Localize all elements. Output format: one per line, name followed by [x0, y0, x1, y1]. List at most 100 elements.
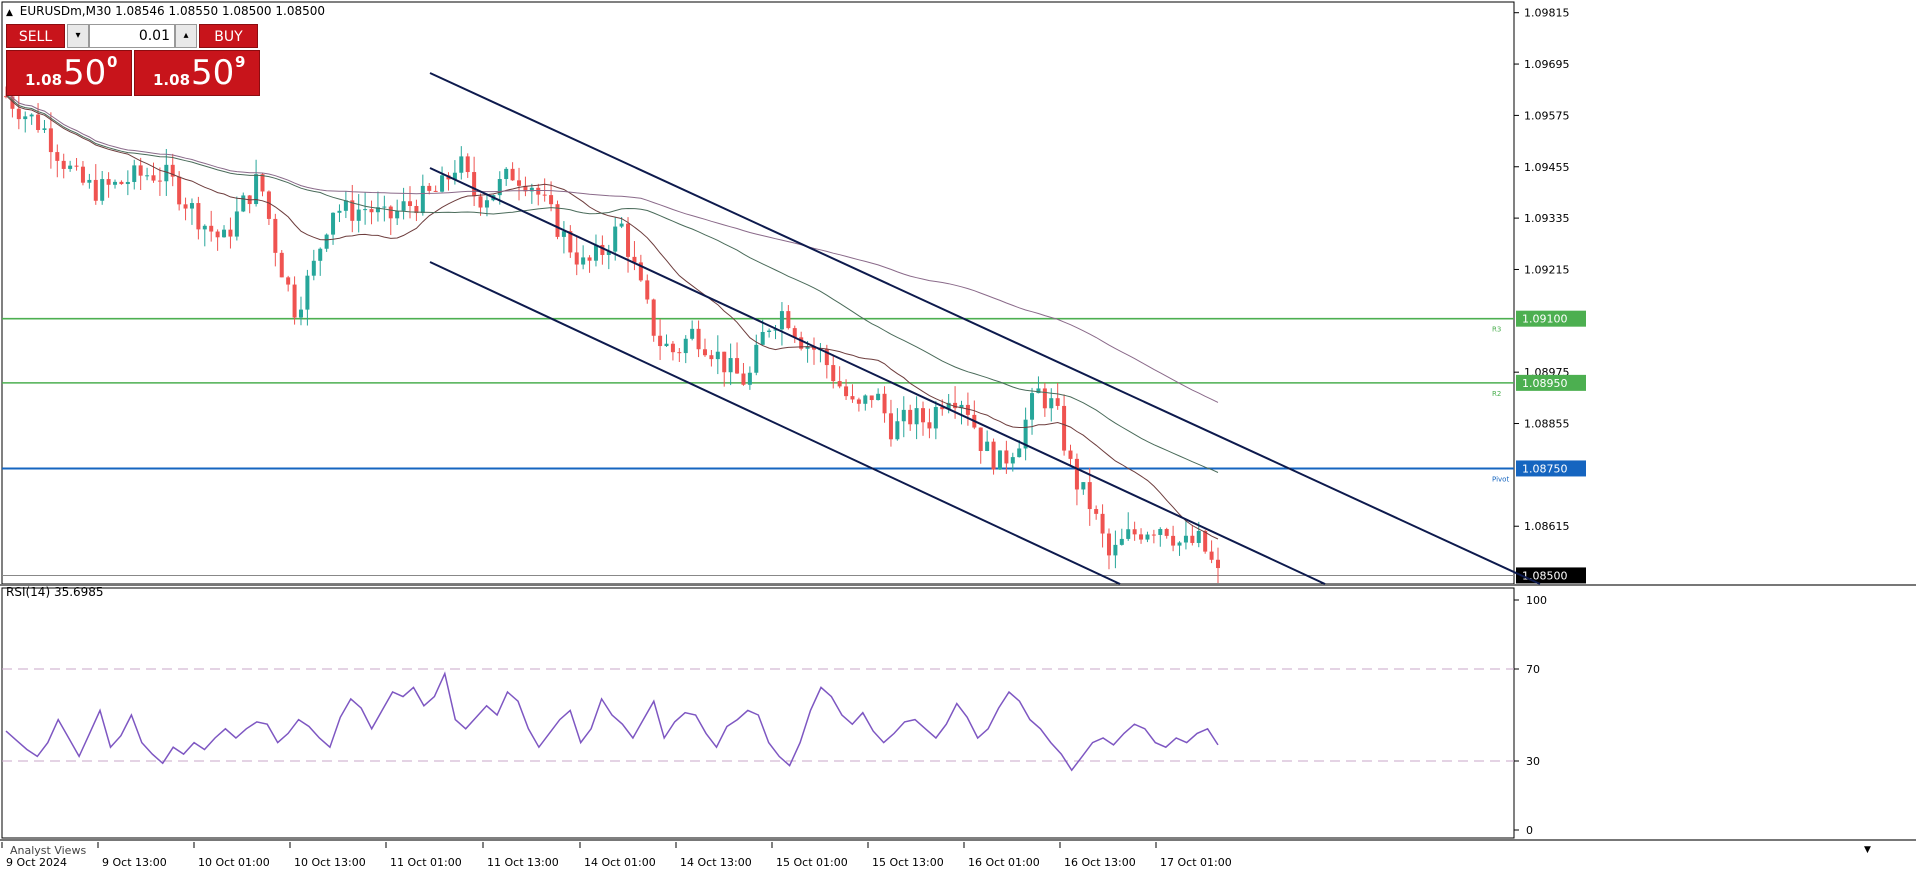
candle-body [613, 226, 618, 252]
candle-body [876, 393, 881, 401]
candle-body [36, 114, 41, 130]
lot-size-input[interactable] [89, 24, 175, 48]
candle-body [29, 114, 34, 117]
current-price-label: 1.08500 [1522, 569, 1568, 582]
rsi-tick-label: 0 [1526, 824, 1533, 837]
candle-body [690, 328, 695, 339]
candle-body [286, 277, 291, 285]
level-name-label: Pivot [1492, 475, 1509, 483]
candle-body [1100, 513, 1105, 534]
candle-body [1145, 534, 1150, 540]
candle-body [292, 284, 297, 318]
candle-body [1068, 450, 1073, 459]
candle-body [48, 128, 53, 153]
candle-body [74, 165, 79, 167]
candle-body [677, 352, 682, 354]
candle-body [574, 252, 579, 265]
candle-body [1004, 450, 1009, 464]
sell-button[interactable]: SELL [6, 24, 65, 48]
rsi-line [5, 671, 1219, 772]
candle-body [933, 407, 938, 429]
candle-body [651, 299, 656, 336]
candle-body [856, 399, 861, 404]
collapse-icon[interactable]: ▲ [6, 8, 13, 18]
y-tick-label: 1.08855 [1524, 418, 1570, 431]
candle-body [93, 179, 98, 201]
level-price-label: 1.08750 [1522, 462, 1568, 475]
candle-body [189, 203, 194, 209]
candle-body [478, 196, 483, 208]
candle-body [132, 165, 137, 182]
sell-price-prefix: 1.08 [25, 71, 63, 89]
candle-body [80, 166, 85, 183]
lot-increase-icon[interactable]: ▴ [175, 24, 197, 48]
candle-body [234, 211, 239, 237]
candle-body [722, 351, 727, 373]
buy-button[interactable]: BUY [199, 24, 258, 48]
analyst-views-tab[interactable]: Analyst Views [10, 844, 86, 857]
buy-price-main: 50 [191, 53, 235, 93]
candle-body [555, 204, 560, 237]
candle-body [100, 179, 105, 201]
x-tick-label: 10 Oct 01:00 [198, 856, 270, 869]
candle-body [382, 206, 387, 208]
candle-body [87, 179, 92, 183]
buy-price-button[interactable]: 1.08 50 9 [134, 50, 260, 96]
candle-body [587, 257, 592, 261]
candle-body [465, 156, 470, 173]
candle-body [561, 231, 566, 237]
rsi-label: RSI(14) 35.6985 [6, 585, 104, 599]
candle-body [882, 393, 887, 414]
ma-mid-line [5, 93, 1219, 473]
candle-body [331, 212, 336, 235]
candle-body [664, 343, 669, 347]
candle-body [831, 365, 836, 382]
candle-body [702, 349, 707, 356]
lot-decrease-icon[interactable]: ▾ [67, 24, 89, 48]
candle-body [760, 331, 765, 345]
candle-body [151, 175, 156, 181]
candle-body [119, 181, 124, 185]
candle-body [1042, 388, 1047, 409]
candle-body [279, 252, 284, 278]
candle-body [318, 248, 323, 261]
candle-body [1126, 529, 1131, 539]
candle-body [459, 156, 464, 173]
candle-body [16, 108, 21, 120]
candle-body [1030, 393, 1035, 420]
chart-canvas: 1.09815 1.09695 1.09575 1.09455 1.09335 1.092… [0, 1, 1916, 869]
rsi-tick-label: 30 [1526, 755, 1540, 768]
candle-body [670, 343, 675, 353]
candle-body [927, 422, 932, 429]
candle-body [985, 441, 990, 451]
chart-header: ▲ EURUSDm,M30 1.08546 1.08550 1.08500 1.… [6, 4, 325, 18]
x-tick-label: 15 Oct 01:00 [776, 856, 848, 869]
x-tick-label: 16 Oct 13:00 [1064, 856, 1136, 869]
sell-price-button[interactable]: 1.08 50 0 [6, 50, 132, 96]
candle-body [1196, 530, 1201, 543]
level-price-label: 1.08950 [1522, 377, 1568, 390]
candle-body [356, 209, 361, 221]
candle-body [1119, 538, 1124, 545]
candle-body [106, 179, 111, 185]
candle-body [440, 175, 445, 192]
candle-body [343, 200, 348, 211]
candle-body [68, 165, 73, 169]
candle-body [472, 172, 477, 197]
level-price-label: 1.09100 [1522, 313, 1568, 326]
candle-body [767, 330, 772, 332]
x-tick-label: 14 Oct 01:00 [584, 856, 656, 869]
candle-body [1132, 529, 1137, 535]
candle-body [581, 257, 586, 265]
candle-body [260, 174, 265, 192]
candle-body [683, 338, 688, 354]
candle-body [273, 218, 278, 253]
candle-body [1203, 530, 1208, 552]
x-tick-label: 9 Oct 2024 [6, 856, 67, 869]
candle-body [991, 441, 996, 470]
candle-body [266, 191, 271, 219]
candle-body [215, 231, 220, 238]
one-click-trading-panel: SELL ▾ ▴ BUY 1.08 50 0 1.08 50 9 [6, 24, 260, 96]
candle-body [1216, 559, 1220, 569]
candle-body [1062, 405, 1067, 451]
